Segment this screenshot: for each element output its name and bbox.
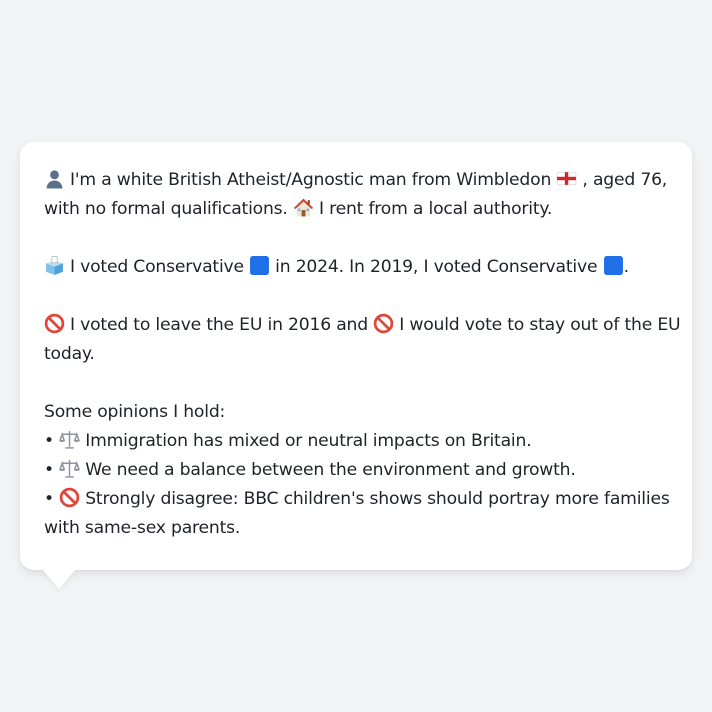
eu-paragraph: I voted to leave the EU in 2016 and I wo… [44, 311, 681, 369]
person-silhouette-icon [44, 168, 65, 189]
opinions-heading: Some opinions I hold: [44, 402, 226, 422]
no-entry-icon [373, 313, 394, 334]
balance-scale-icon [59, 458, 81, 479]
identity-line-1: I'm a white British Atheist/Agnostic man… [44, 166, 668, 195]
voting-text-a: I voted Conservative [70, 257, 244, 277]
voting-text-b: in 2024. In 2019, I voted Conservative [275, 257, 598, 277]
eu-text-b: I would vote to stay out of the EU [399, 315, 681, 335]
identity-paragraph: I'm a white British Atheist/Agnostic man… [44, 166, 668, 224]
identity-text-d: I rent from a local authority. [318, 199, 553, 219]
blue-square-icon [603, 255, 624, 276]
opinion-item: • We need a balance between the environm… [44, 456, 668, 485]
blue-square-icon [249, 255, 270, 276]
bullet: • [44, 460, 54, 480]
opinions-paragraph: Some opinions I hold: • Immigration has … [44, 398, 670, 543]
bullet: • [44, 431, 54, 451]
no-entry-icon [59, 487, 80, 508]
identity-line-2: with no formal qualifications. I rent fr… [44, 195, 668, 224]
opinion-item-continuation: with same-sex parents. [44, 514, 668, 543]
eu-line-1: I voted to leave the EU in 2016 and I wo… [44, 311, 681, 340]
bubble-tail [42, 569, 76, 589]
balance-scale-icon [59, 429, 81, 450]
opinion-text: We need a balance between the environmen… [85, 460, 576, 480]
no-entry-icon [44, 313, 65, 334]
house-icon [293, 197, 314, 218]
eu-text-c: today. [44, 344, 95, 364]
ballot-box-icon [44, 255, 65, 276]
identity-text-c: with no formal qualifications. [44, 199, 288, 219]
message-bubble: I'm a white British Atheist/Agnostic man… [20, 142, 692, 570]
identity-text-b: , aged 76, [582, 170, 668, 190]
eu-line-2: today. [44, 340, 668, 369]
eu-text-a: I voted to leave the EU in 2016 and [70, 315, 368, 335]
voting-text-c: . [623, 257, 629, 277]
bullet: • [44, 489, 54, 509]
opinion-item: • Strongly disagree: BBC children's show… [44, 485, 670, 514]
opinion-item: • Immigration has mixed or neutral impac… [44, 427, 668, 456]
england-flag-icon [556, 168, 577, 189]
opinion-text-continuation: with same-sex parents. [44, 518, 241, 538]
voting-line-1: I voted Conservative in 2024. In 2019, I… [44, 253, 668, 282]
identity-text-a: I'm a white British Atheist/Agnostic man… [70, 170, 552, 190]
opinion-text: Immigration has mixed or neutral impacts… [85, 431, 532, 451]
voting-paragraph: I voted Conservative in 2024. In 2019, I… [44, 253, 668, 282]
opinion-text: Strongly disagree: BBC children's shows … [85, 489, 670, 509]
